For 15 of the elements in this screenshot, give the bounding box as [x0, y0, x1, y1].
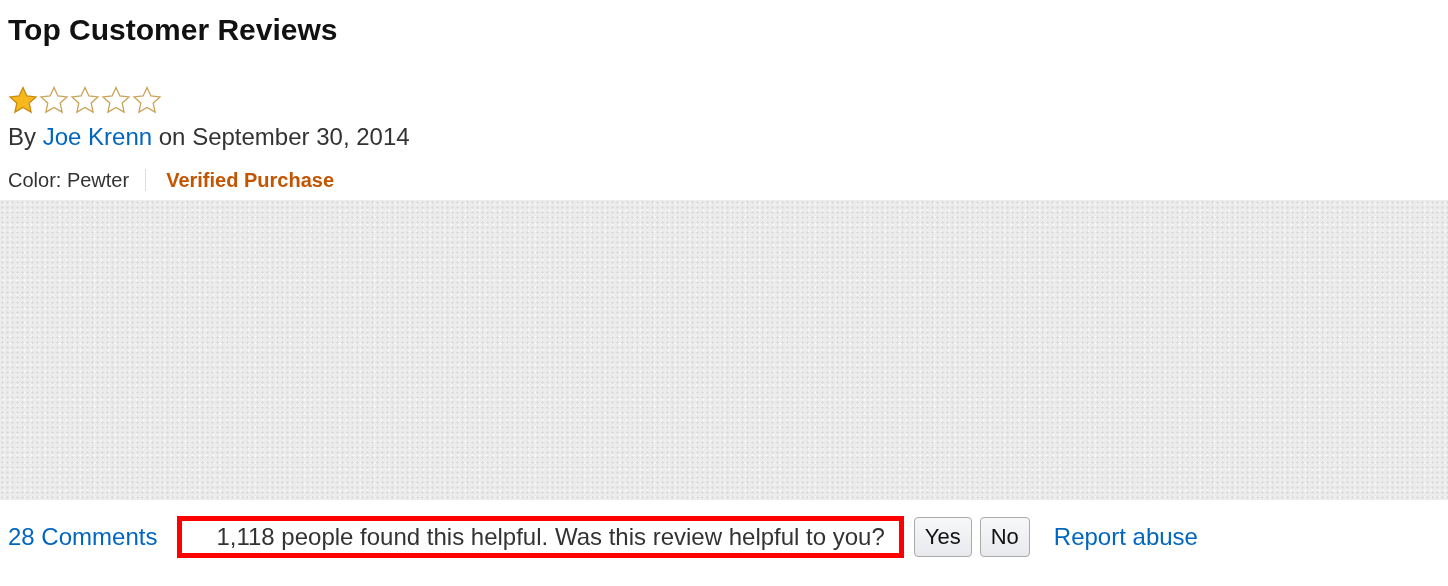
- star-icon: [8, 86, 38, 114]
- byline: By Joe Krenn on September 30, 2014: [8, 122, 410, 152]
- vote-button[interactable]: Yes: [913, 517, 972, 557]
- star-icon: [39, 86, 69, 114]
- verified-label: Verified Purchase: [166, 168, 335, 192]
- section-heading: Top Customer Reviews: [7, 12, 339, 48]
- star-icon: [132, 86, 162, 114]
- author-link[interactable]: Joe Krenn: [42, 123, 153, 150]
- vote-button[interactable]: No: [979, 517, 1030, 557]
- comments-link[interactable]: 28 Comments: [8, 523, 158, 551]
- helpful-text: 1,118 people found this helpful. Was this review helpful to you?: [216, 523, 885, 551]
- report-link[interactable]: Report abuse: [1053, 523, 1198, 551]
- star-icon: [70, 86, 100, 114]
- star-icon: [101, 86, 131, 114]
- color-variant: Color: Pewter: [8, 168, 130, 192]
